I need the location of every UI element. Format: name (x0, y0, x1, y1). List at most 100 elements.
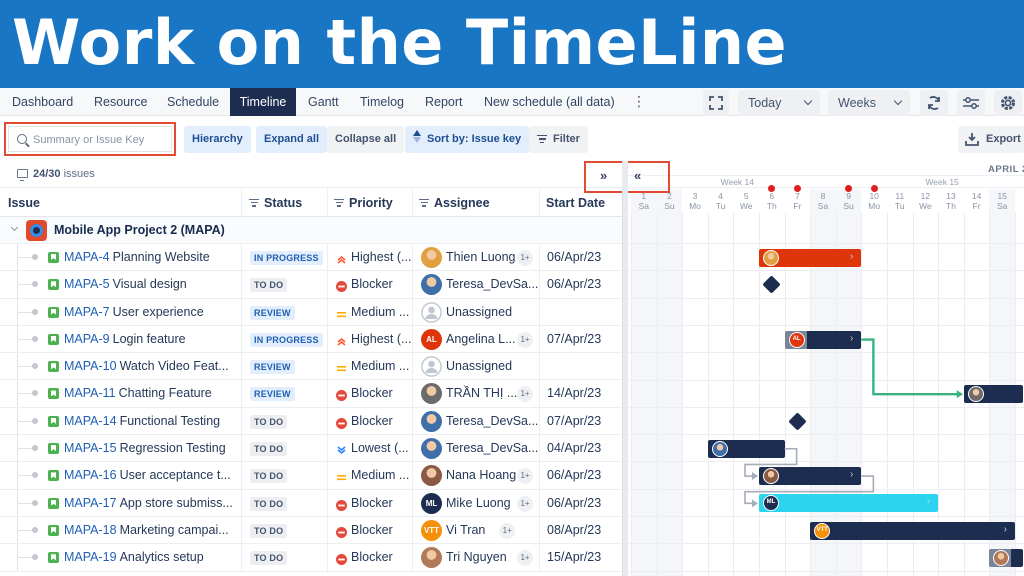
task-bar[interactable] (963, 385, 1023, 404)
issue-key[interactable]: MAPA-19 (64, 550, 117, 564)
bar-expand-arrow-icon[interactable]: › (850, 333, 853, 344)
table-row[interactable]: MAPA-19 Analytics setup TO DO Blocker Tri… (0, 544, 622, 572)
issue-key[interactable]: MAPA-10 (64, 359, 117, 373)
start-date-cell[interactable]: 04/Apr/23 (539, 435, 622, 462)
scale-select[interactable]: Weeks (828, 90, 910, 116)
status-cell[interactable]: IN PROGRESS (241, 244, 327, 271)
bar-expand-arrow-icon[interactable]: › (850, 251, 853, 262)
milestone-diamond[interactable] (762, 275, 781, 295)
assignee-cell[interactable]: Thien Luong 1+ (412, 244, 539, 271)
assignee-cell[interactable]: Teresa_DevSa... (412, 407, 539, 435)
col-issue[interactable]: Issue (8, 196, 40, 210)
start-date-cell[interactable]: 06/Apr/23 (539, 271, 622, 298)
assignee-cell[interactable]: Teresa_DevSa... (412, 271, 539, 298)
task-bar[interactable]: VTT › (810, 521, 1015, 540)
status-cell[interactable]: TO DO (241, 489, 327, 516)
table-row[interactable]: MAPA-9 Login feature IN PROGRESS Highest … (0, 325, 622, 354)
bar-expand-arrow-icon[interactable]: › (850, 469, 853, 480)
collapse-panel-button[interactable]: « (634, 168, 641, 183)
start-date-cell[interactable]: 14/Apr/23 (539, 380, 622, 407)
task-bar[interactable]: ML › (759, 494, 939, 513)
issue-key[interactable]: MAPA-4 (64, 250, 110, 264)
bar-expand-arrow-icon[interactable]: › (927, 496, 930, 507)
table-row[interactable]: MAPA-17 App store submiss... TO DO Blocke… (0, 489, 622, 517)
priority-cell[interactable]: Lowest (... (327, 435, 412, 462)
col-assignee[interactable]: Assignee (419, 196, 490, 210)
more-assignees-badge[interactable]: 1+ (517, 386, 533, 403)
export-button[interactable]: Export (958, 126, 1024, 153)
tab-gantt[interactable]: Gantt (302, 88, 345, 116)
hierarchy-button[interactable]: Hierarchy (184, 126, 251, 153)
start-date-cell[interactable] (539, 298, 622, 325)
status-cell[interactable]: TO DO (241, 407, 327, 435)
holiday-marker[interactable] (793, 185, 801, 192)
issue-summary[interactable]: Marketing campai... (120, 523, 229, 537)
issue-key[interactable]: MAPA-17 (64, 496, 117, 510)
col-priority[interactable]: Priority (334, 196, 393, 210)
table-row[interactable]: MAPA-5 Visual design TO DO Blocker Teresa… (0, 271, 622, 299)
status-cell[interactable]: TO DO (241, 462, 327, 489)
issue-key[interactable]: MAPA-15 (64, 441, 117, 455)
assignee-cell[interactable]: Teresa_DevSa... (412, 435, 539, 462)
collapse-all-button[interactable]: Collapse all (327, 126, 405, 153)
table-row[interactable]: MAPA-16 User acceptance t... TO DO Medium… (0, 462, 622, 490)
priority-cell[interactable]: Highest (... (327, 244, 412, 271)
issue-key[interactable]: MAPA-14 (64, 414, 117, 428)
status-cell[interactable]: TO DO (241, 435, 327, 462)
today-select[interactable]: Today (738, 90, 820, 116)
start-date-cell[interactable]: 06/Apr/23 (539, 244, 622, 271)
table-row[interactable]: MAPA-7 User experience REVIEW Medium ... … (0, 298, 622, 326)
status-cell[interactable]: IN PROGRESS (241, 325, 327, 353)
priority-cell[interactable]: Blocker (327, 407, 412, 435)
issue-summary[interactable]: Login feature (113, 332, 186, 346)
priority-cell[interactable]: Blocker (327, 489, 412, 516)
chevron-down-icon[interactable] (10, 223, 19, 232)
refresh-button[interactable] (920, 90, 948, 116)
more-assignees-badge[interactable]: 1+ (517, 495, 533, 512)
assignee-cell[interactable]: Tri Nguyen 1+ (412, 544, 539, 571)
issue-summary[interactable]: Regression Testing (120, 441, 226, 455)
expand-panel-button[interactable]: » (600, 168, 607, 183)
table-row[interactable]: MAPA-18 Marketing campai... TO DO Blocker… (0, 516, 622, 545)
assignee-cell[interactable]: Nana Hoang 1+ (412, 462, 539, 489)
issue-key[interactable]: MAPA-16 (64, 468, 117, 482)
assignee-cell[interactable]: Unassigned (412, 298, 539, 325)
start-date-cell[interactable]: 06/Apr/23 (539, 462, 622, 489)
assignee-cell[interactable]: Unassigned (412, 353, 539, 380)
start-date-cell[interactable]: 07/Apr/23 (539, 325, 622, 353)
issue-key[interactable]: MAPA-9 (64, 332, 110, 346)
issue-summary[interactable]: Functional Testing (120, 414, 221, 428)
status-cell[interactable]: REVIEW (241, 353, 327, 380)
table-row[interactable]: MAPA-4 Planning Website IN PROGRESS Highe… (0, 244, 622, 272)
priority-cell[interactable]: Highest (... (327, 325, 412, 353)
priority-cell[interactable]: Blocker (327, 544, 412, 571)
task-bar[interactable]: › (759, 248, 862, 267)
status-cell[interactable]: TO DO (241, 271, 327, 298)
task-bar[interactable]: › (759, 467, 862, 486)
status-cell[interactable]: REVIEW (241, 298, 327, 325)
more-assignees-badge[interactable]: 1+ (517, 331, 533, 348)
status-cell[interactable]: REVIEW (241, 380, 327, 407)
assignee-cell[interactable]: VTT Vi Tran 1+ (412, 516, 539, 544)
issue-key[interactable]: MAPA-5 (64, 277, 110, 291)
tab-schedule[interactable]: Schedule (161, 88, 225, 116)
issue-summary[interactable]: Analytics setup (120, 550, 204, 564)
holiday-marker[interactable] (870, 185, 878, 192)
filter-button[interactable]: Filter (529, 126, 588, 153)
start-date-cell[interactable] (539, 353, 622, 380)
priority-cell[interactable]: Medium ... (327, 298, 412, 325)
tab-resource[interactable]: Resource (88, 88, 154, 116)
dependency-line[interactable] (861, 338, 962, 396)
issue-key[interactable]: MAPA-11 (64, 386, 116, 400)
settings-button[interactable] (994, 90, 1022, 116)
task-bar[interactable]: AL › (784, 330, 862, 349)
more-assignees-badge[interactable]: 1+ (517, 468, 533, 485)
more-assignees-badge[interactable]: 1+ (517, 550, 533, 567)
table-row[interactable]: MAPA-14 Functional Testing TO DO Blocker … (0, 407, 622, 436)
issue-summary[interactable]: Chatting Feature (119, 386, 212, 400)
sliders-button[interactable] (957, 90, 985, 116)
issue-summary[interactable]: User experience (113, 305, 204, 319)
more-assignees-badge[interactable]: 1+ (517, 250, 533, 266)
bar-expand-arrow-icon[interactable]: › (1004, 524, 1007, 535)
tab-report[interactable]: Report (419, 88, 469, 116)
